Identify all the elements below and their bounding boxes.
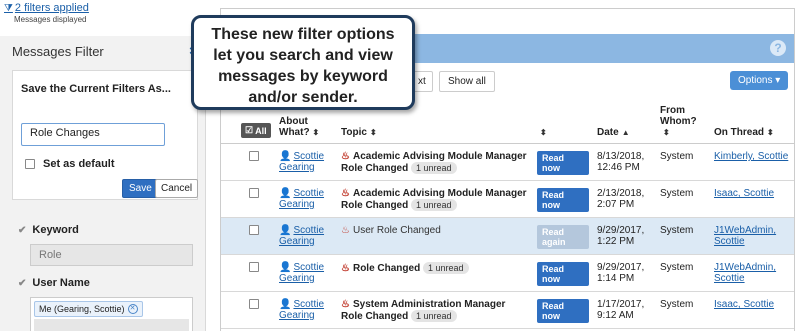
person-icon: 👤 xyxy=(279,151,292,162)
table-row[interactable]: 👤 Scottie Gearing ♨ User Role Changed Read… xyxy=(221,217,794,255)
flame-icon: ♨ xyxy=(341,263,350,274)
checkbox-icon: ☑ xyxy=(245,125,254,135)
thread-header[interactable]: On Thread ⬍ xyxy=(710,101,794,144)
thread-link[interactable]: Isaac, Scottie xyxy=(714,188,774,199)
flame-icon: ♨ xyxy=(341,188,350,199)
read-again-button[interactable]: Read again xyxy=(537,225,589,249)
cancel-button[interactable]: Cancel xyxy=(155,179,199,198)
panel-title: Messages Filter xyxy=(12,44,104,59)
select-all-button[interactable]: ☑ All xyxy=(241,123,271,138)
from-cell: System xyxy=(656,143,710,181)
read-now-button[interactable]: Read now xyxy=(537,188,589,212)
table-row[interactable]: 👤 Scottie Gearing ♨ Academic Advising Modu… xyxy=(221,143,794,181)
from-cell: System xyxy=(656,291,710,329)
table-row[interactable]: 👤 Scottie Gearing ♨ Role Changed 1 unread … xyxy=(221,254,794,292)
show-all-button[interactable]: Show all xyxy=(439,71,495,92)
row-checkbox[interactable] xyxy=(249,188,259,198)
unread-badge: 1 unread xyxy=(411,162,457,174)
date-cell: 8/13/2018, 12:46 PM xyxy=(593,143,656,181)
username-entry[interactable] xyxy=(34,319,189,331)
user-tag: Me (Gearing, Scottie) ✕ xyxy=(34,301,143,317)
flame-icon: ♨ xyxy=(341,299,350,310)
from-cell: System xyxy=(656,180,710,218)
row-checkbox[interactable] xyxy=(249,225,259,235)
person-icon: 👤 xyxy=(279,299,292,310)
help-icon[interactable]: ? xyxy=(770,40,786,56)
person-icon: 👤 xyxy=(279,225,292,236)
set-default-checkbox-row[interactable]: Set as default xyxy=(25,158,115,170)
messages-table: ☑ All About What?⬍ Topic⬍ ⬍ Date▲ Fro xyxy=(221,101,794,329)
unread-badge: 1 unread xyxy=(411,310,457,322)
check-icon[interactable]: ✔ xyxy=(18,278,26,289)
read-now-button[interactable]: Read now xyxy=(537,299,589,323)
flame-icon: ♨ xyxy=(341,225,350,236)
sort-icon: ⬍ xyxy=(540,128,547,137)
keyword-label: Keyword xyxy=(32,224,79,236)
username-label: User Name xyxy=(32,277,90,289)
action-header[interactable]: ⬍ xyxy=(533,101,593,144)
date-cell: 9/29/2017, 1:22 PM xyxy=(593,217,656,255)
messages-filter-panel: Messages Filter ✖ Save the Current Filte… xyxy=(0,36,206,331)
thread-link[interactable]: Isaac, Scottie xyxy=(714,299,774,310)
row-checkbox[interactable] xyxy=(249,299,259,309)
set-default-checkbox[interactable] xyxy=(25,159,35,169)
sort-asc-icon: ▲ xyxy=(621,128,630,137)
from-cell: System xyxy=(656,254,710,292)
from-cell: System xyxy=(656,217,710,255)
filters-applied: ⧩ 2 filters applied Messages displayed xyxy=(4,2,89,24)
thread-link[interactable]: J1WebAdmin, Scottie xyxy=(714,262,776,284)
date-cell: 1/17/2017, 9:12 AM xyxy=(593,291,656,329)
read-now-button[interactable]: Read now xyxy=(537,262,589,286)
sort-icon: ⬍ xyxy=(369,128,377,137)
topic-link[interactable]: Role Changed xyxy=(353,263,420,274)
filter-name-input[interactable]: Role Changes xyxy=(21,123,165,146)
date-cell: 2/13/2018, 2:07 PM xyxy=(593,180,656,218)
unread-badge: 1 unread xyxy=(411,199,457,211)
topic-link[interactable]: User Role Changed xyxy=(353,225,441,236)
table-row[interactable]: 👤 Scottie Gearing ♨ Academic Advising Modu… xyxy=(221,180,794,218)
person-icon: 👤 xyxy=(279,188,292,199)
save-filters-label: Save the Current Filters As... xyxy=(21,83,171,95)
username-input[interactable]: Me (Gearing, Scottie) ✕ xyxy=(30,297,193,331)
save-filters-box: Save the Current Filters As... Role Chan… xyxy=(12,70,199,200)
date-header[interactable]: Date ▲ xyxy=(593,101,656,144)
row-checkbox[interactable] xyxy=(249,262,259,272)
date-cell: 9/29/2017, 1:14 PM xyxy=(593,254,656,292)
user-tag-label: Me (Gearing, Scottie) xyxy=(39,304,125,314)
check-icon[interactable]: ✔ xyxy=(18,225,26,236)
sort-icon: ⬍ xyxy=(312,128,320,137)
callout-annotation: These new filter options let you search … xyxy=(191,15,415,110)
read-now-button[interactable]: Read now xyxy=(537,151,589,175)
unread-badge: 1 unread xyxy=(422,262,469,274)
table-row[interactable]: 👤 Scottie Gearing ♨ System Administration … xyxy=(221,291,794,329)
sort-icon: ⬍ xyxy=(767,128,774,137)
from-header[interactable]: From Whom?⬍ xyxy=(656,101,710,144)
thread-link[interactable]: Kimberly, Scottie xyxy=(714,151,788,162)
save-button[interactable]: Save xyxy=(122,179,159,198)
filters-applied-link[interactable]: ⧩ 2 filters applied xyxy=(4,2,89,14)
set-default-label: Set as default xyxy=(43,158,115,170)
sort-icon: ⬍ xyxy=(663,128,670,137)
flame-icon: ♨ xyxy=(341,151,350,162)
thread-link[interactable]: J1WebAdmin, Scottie xyxy=(714,225,776,247)
filter-icon: ⧩ xyxy=(4,2,13,14)
row-checkbox[interactable] xyxy=(249,151,259,161)
messages-displayed-label: Messages displayed xyxy=(14,15,87,24)
person-icon: 👤 xyxy=(279,262,292,273)
username-filter-row[interactable]: ✔ User Name xyxy=(18,277,90,289)
remove-tag-icon[interactable]: ✕ xyxy=(127,304,138,314)
keyword-filter-row[interactable]: ✔ Keyword xyxy=(18,224,79,236)
options-button[interactable]: Options ▾ xyxy=(730,71,789,90)
keyword-input[interactable]: Role xyxy=(30,244,193,266)
